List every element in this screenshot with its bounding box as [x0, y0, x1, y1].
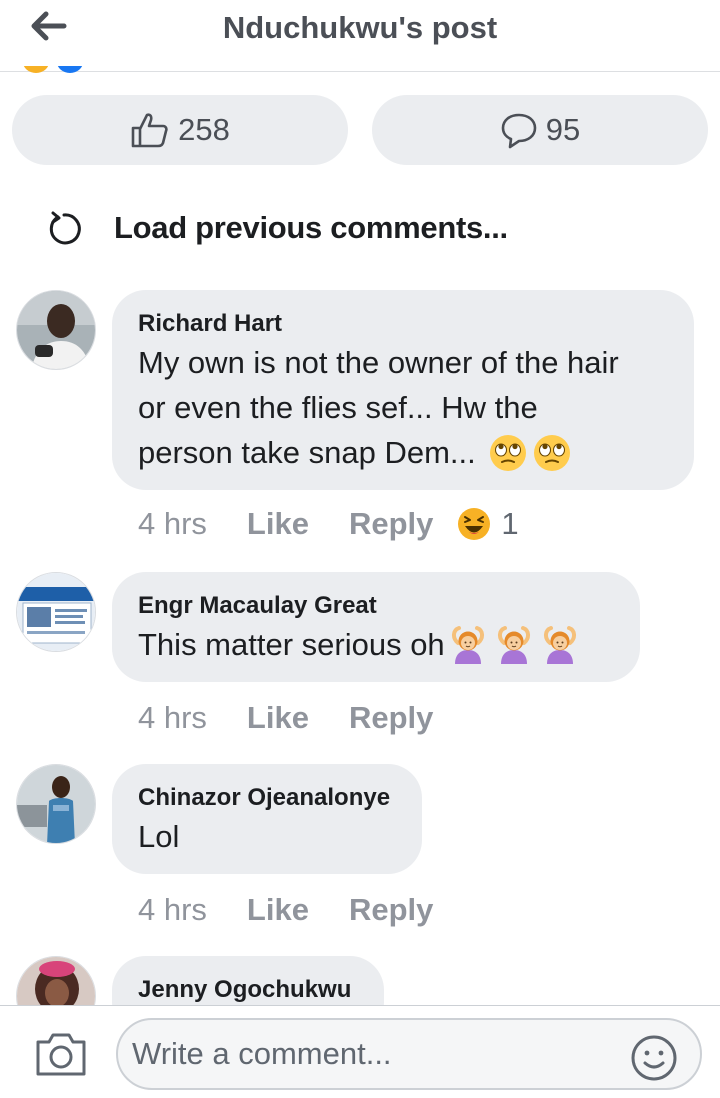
comment-text: My own is not the owner of the hair or e… [138, 340, 668, 475]
reply-button[interactable]: Reply [349, 892, 433, 928]
likes-pill[interactable]: 258 [12, 95, 348, 165]
camera-button[interactable] [34, 1030, 88, 1078]
load-previous-comments[interactable]: Load previous comments... [44, 206, 508, 250]
comment-author[interactable]: Engr Macaulay Great [138, 590, 614, 622]
avatar[interactable] [16, 572, 96, 652]
load-previous-label: Load previous comments... [114, 210, 508, 245]
reaction-count: 1 [501, 506, 519, 541]
woman-gesturing-ok-emoji-icon [497, 625, 530, 664]
likes-count: 258 [178, 112, 230, 147]
comment-input[interactable] [116, 1018, 702, 1090]
comment-text: This matter serious oh [138, 627, 445, 662]
comment-bubble-icon [501, 113, 537, 149]
eye-roll-emoji-icon [489, 434, 526, 471]
comment-time[interactable]: 4 hrs [138, 506, 207, 542]
eye-roll-emoji-icon [533, 434, 570, 471]
emoji-button[interactable] [630, 1034, 678, 1082]
comment-bubble[interactable]: Engr Macaulay Great This matter serious … [112, 572, 640, 682]
woman-gesturing-ok-emoji-icon [451, 625, 484, 664]
comment-actions: 4 hrs Like Reply 1 [138, 506, 519, 542]
comment-bubble[interactable]: Chinazor Ojeanalonye Lol [112, 764, 422, 874]
page-title: Nduchukwu's post [222, 10, 498, 45]
refresh-icon [49, 211, 81, 245]
comment-text-row: This matter serious oh [138, 622, 614, 667]
comment-author[interactable]: Richard Hart [138, 308, 668, 340]
comment-actions: 4 hrs Like Reply [138, 700, 433, 736]
comment-text: Lol [138, 819, 180, 854]
reaction-summary[interactable]: 1 [457, 506, 519, 542]
avatar[interactable] [16, 290, 96, 370]
like-button[interactable]: Like [247, 700, 309, 736]
like-button[interactable]: Like [247, 892, 309, 928]
comment-time[interactable]: 4 hrs [138, 700, 207, 736]
like-button[interactable]: Like [247, 506, 309, 542]
top-bar: Nduchukwu's post [0, 0, 720, 73]
comments-pill[interactable]: 95 [372, 95, 708, 165]
thumbs-up-icon [131, 113, 168, 148]
comment-actions: 4 hrs Like Reply [138, 892, 433, 928]
comment-author[interactable]: Chinazor Ojeanalonye [138, 782, 396, 814]
reply-button[interactable]: Reply [349, 700, 433, 736]
smiley-icon [631, 1035, 677, 1081]
comments-count: 95 [545, 112, 581, 147]
comment-bubble[interactable]: Richard Hart My own is not the owner of … [112, 290, 694, 490]
comment-author[interactable]: Jenny Ogochukwu [138, 974, 358, 1006]
reply-button[interactable]: Reply [349, 506, 433, 542]
comment-time[interactable]: 4 hrs [138, 892, 207, 928]
woman-gesturing-ok-emoji-icon [543, 625, 576, 664]
comment-line: or even the flies sef... Hw the [138, 390, 538, 425]
comment-line: person take snap Dem... [138, 435, 476, 470]
comment-line-with-emoji: person take snap Dem... [138, 430, 668, 475]
camera-icon [36, 1033, 86, 1076]
laughing-face-icon [458, 508, 491, 540]
reaction-icons-partial [23, 66, 83, 73]
comment-line: My own is not the owner of the hair [138, 345, 619, 380]
avatar[interactable] [16, 764, 96, 844]
comment-composer [0, 1005, 720, 1098]
